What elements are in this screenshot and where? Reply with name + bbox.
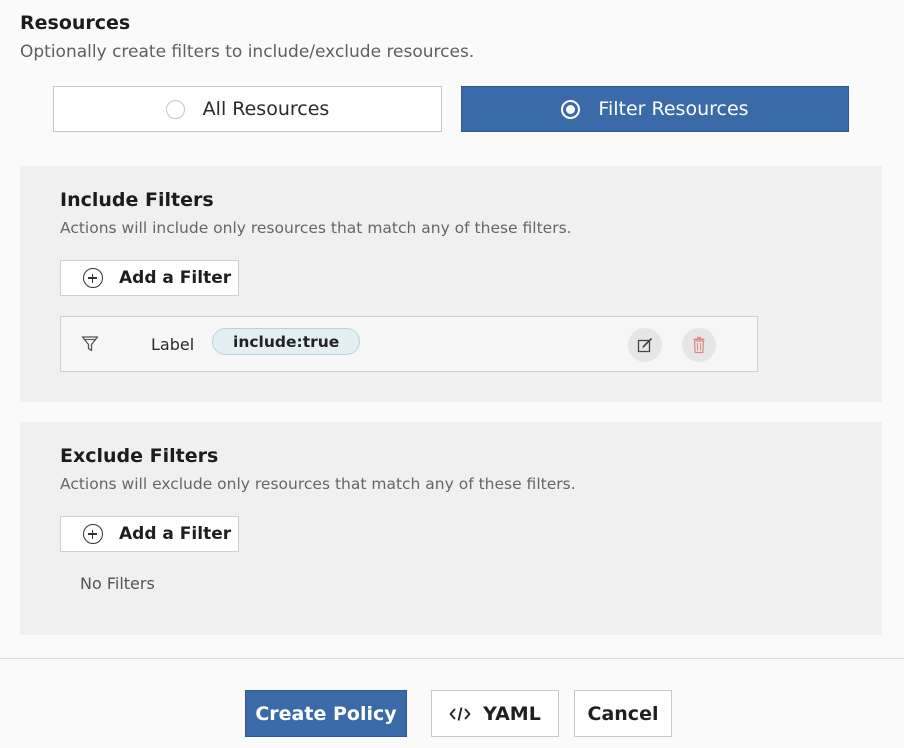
plus-circle-icon — [83, 524, 103, 544]
resources-description: Optionally create filters to include/exc… — [20, 42, 475, 62]
footer-divider — [0, 658, 904, 659]
exclude-filters-title: Exclude Filters — [60, 445, 219, 467]
filter-value-tag: include:true — [212, 328, 361, 355]
plus-circle-icon — [83, 268, 103, 288]
filter-type-label: Label — [151, 335, 195, 354]
cancel-button[interactable]: Cancel — [574, 690, 672, 737]
resources-heading: Resources — [20, 12, 131, 34]
add-include-filter-button[interactable]: Add a Filter — [60, 260, 239, 296]
all-resources-option[interactable]: All Resources — [53, 86, 442, 132]
filter-resources-label: Filter Resources — [598, 98, 749, 120]
funnel-icon — [81, 335, 99, 353]
delete-filter-button[interactable] — [682, 328, 716, 362]
create-policy-button[interactable]: Create Policy — [245, 690, 407, 737]
no-filters-text: No Filters — [80, 574, 155, 593]
include-filters-description: Actions will include only resources that… — [60, 219, 572, 237]
all-resources-label: All Resources — [202, 98, 330, 120]
code-icon — [449, 706, 471, 722]
include-filter-row: Label include:true — [60, 316, 758, 372]
add-exclude-filter-label: Add a Filter — [119, 524, 232, 544]
edit-icon — [637, 337, 653, 353]
radio-checked-icon — [561, 99, 581, 119]
yaml-label: YAML — [483, 702, 541, 725]
trash-icon — [693, 336, 705, 354]
add-exclude-filter-button[interactable]: Add a Filter — [60, 516, 239, 552]
add-include-filter-label: Add a Filter — [119, 268, 232, 288]
exclude-filters-panel: Exclude Filters Actions will exclude onl… — [20, 422, 882, 635]
policy-form: Resources Optionally create filters to i… — [0, 0, 904, 748]
include-filters-panel: Include Filters Actions will include onl… — [20, 166, 882, 402]
radio-unchecked-icon — [165, 99, 185, 119]
edit-filter-button[interactable] — [628, 328, 662, 362]
filter-resources-option[interactable]: Filter Resources — [461, 86, 849, 132]
include-filters-title: Include Filters — [60, 189, 214, 211]
yaml-button[interactable]: YAML — [431, 690, 559, 737]
exclude-filters-description: Actions will exclude only resources that… — [60, 475, 576, 493]
